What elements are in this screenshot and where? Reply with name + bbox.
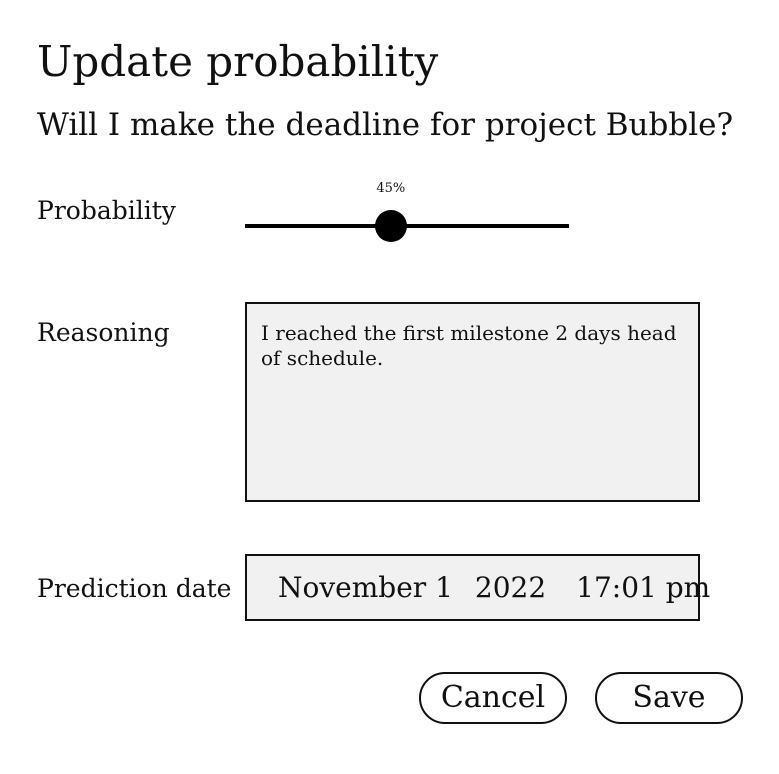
reasoning-label: Reasoning	[37, 318, 170, 347]
slider-thumb[interactable]	[374, 210, 407, 242]
reasoning-textarea[interactable]: I reached the first milestone 2 days hea…	[245, 302, 700, 502]
probability-label: Probability	[37, 196, 176, 225]
slider-track[interactable]	[245, 224, 569, 228]
question-text: Will I make the deadline for project Bub…	[37, 107, 734, 143]
probability-value-label: 45%	[376, 181, 406, 196]
date-year: 2022	[474, 571, 547, 604]
cancel-button[interactable]: Cancel	[419, 672, 567, 724]
date-time: 17:01 pm	[576, 571, 711, 604]
prediction-date-label: Prediction date	[37, 574, 232, 603]
probability-slider[interactable]: 45%	[245, 176, 569, 246]
save-button[interactable]: Save	[595, 672, 743, 724]
prediction-date-field[interactable]: November 1 2022 17:01 pm	[245, 554, 710, 621]
date-day: November 1	[278, 571, 453, 604]
dialog-title: Update probability	[37, 37, 439, 86]
